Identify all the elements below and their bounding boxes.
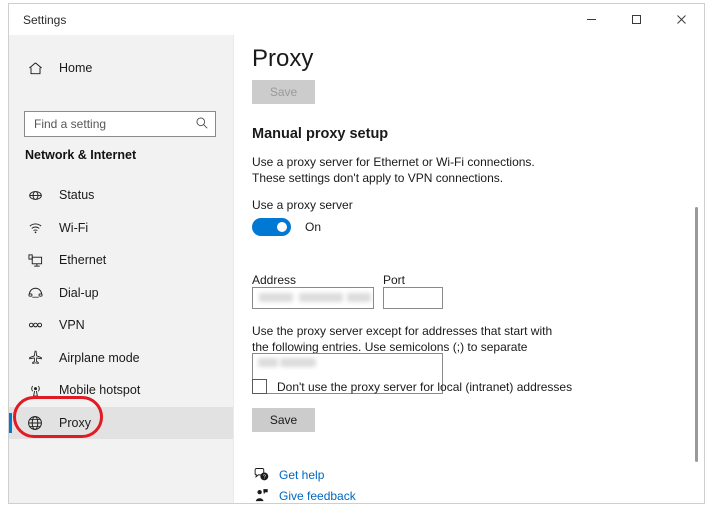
use-proxy-server-toggle-row[interactable]: On [252,218,321,236]
use-proxy-server-toggle[interactable] [252,218,291,236]
help-question-icon: ? [252,467,270,482]
home-icon [25,61,45,76]
maximize-button[interactable] [614,4,659,35]
title-bar: Settings [9,4,704,35]
window-controls [569,4,704,35]
maximize-icon [632,15,641,24]
sidebar-item-vpn[interactable]: VPN [9,309,233,342]
sidebar-item-label: Proxy [59,415,91,430]
content-scrollbar-track[interactable] [693,35,701,503]
dialup-phone-icon [25,285,45,300]
sidebar-item-label: Wi-Fi [59,220,89,235]
toggle-state-label: On [305,220,322,234]
address-redaction-blur [299,293,343,302]
sidebar-item-home[interactable]: Home [9,51,233,85]
sidebar-item-dialup[interactable]: Dial-up [9,277,233,310]
get-help-label: Get help [279,467,325,482]
ethernet-icon [25,253,45,268]
address-redaction-blur [259,293,293,302]
bypass-local-label: Don't use the proxy server for local (in… [277,379,573,394]
sidebar-nav-list: Status Wi-Fi Ethernet Dial-up VPN Airpla… [9,179,233,439]
section-heading-manual-proxy-setup: Manual proxy setup [252,126,389,142]
exceptions-redaction-blur [280,358,316,367]
sidebar-item-label: Mobile hotspot [59,383,141,398]
airplane-icon [25,350,45,365]
use-proxy-server-label: Use a proxy server [252,198,353,212]
address-redaction-blur [347,293,371,302]
address-label: Address [252,273,297,287]
globe-icon [25,415,45,431]
bypass-local-checkbox[interactable] [252,379,267,394]
sidebar-item-home-label: Home [59,61,93,75]
port-input[interactable] [383,287,443,309]
network-status-icon [25,188,45,203]
proxy-description: Use a proxy server for Ethernet or Wi-Fi… [252,155,535,185]
sidebar-section-title: Network & Internet [25,148,137,162]
sidebar-item-label: VPN [59,318,85,333]
sidebar-item-proxy[interactable]: Proxy [9,406,233,439]
close-icon [677,15,686,24]
address-input[interactable] [252,287,374,309]
save-button-top[interactable]: Save [252,80,315,104]
bypass-local-checkbox-row[interactable]: Don't use the proxy server for local (in… [252,379,572,394]
toggle-knob [277,222,287,232]
give-feedback-label: Give feedback [279,488,356,503]
vpn-icon [25,318,45,333]
exceptions-redaction-blur [258,358,278,367]
content-scrollbar-thumb[interactable] [695,207,698,462]
sidebar: Home Network & Internet [9,35,234,503]
sidebar-item-label: Airplane mode [59,350,140,365]
sidebar-item-wifi[interactable]: Wi-Fi [9,212,233,245]
get-help-link[interactable]: ? Get help [252,467,324,482]
sidebar-item-label: Status [59,188,95,203]
save-button-bottom[interactable]: Save [252,408,315,432]
sidebar-item-ethernet[interactable]: Ethernet [9,244,233,277]
search-input[interactable] [25,112,193,136]
settings-window: Settings Home Find a setting Network & I… [8,3,705,504]
content-pane: Proxy Save Manual proxy setup Use a prox… [235,35,704,503]
hotspot-icon [25,383,45,398]
minimize-icon [587,19,596,20]
wifi-icon [25,220,45,235]
sidebar-item-mobile-hotspot[interactable]: Mobile hotspot [9,374,233,407]
window-title: Settings [23,13,67,27]
minimize-button[interactable] [569,4,614,35]
search-box[interactable] [24,111,216,137]
svg-text:?: ? [262,475,265,481]
port-label: Port [383,273,406,287]
close-button[interactable] [659,4,704,35]
sidebar-item-label: Ethernet [59,253,107,268]
search-icon [195,116,209,133]
sidebar-item-label: Dial-up [59,285,99,300]
page-title: Proxy [252,45,314,72]
feedback-person-icon [252,488,270,503]
give-feedback-link[interactable]: Give feedback [252,488,356,503]
sidebar-item-airplane-mode[interactable]: Airplane mode [9,342,233,375]
sidebar-item-status[interactable]: Status [9,179,233,212]
